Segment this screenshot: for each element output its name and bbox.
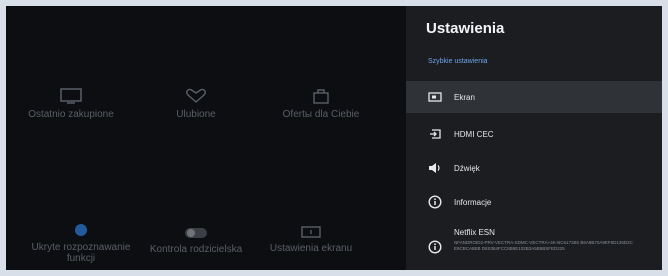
menu-item-dzwiek[interactable]: Dźwięk — [406, 152, 662, 184]
menu-item-netflix-esn[interactable]: Netflix ESN NFANDROID2-PRV-VECTRA-SDMC-V… — [406, 220, 662, 270]
tile-label: Ukryte rozpoznawanie funkcji — [31, 242, 131, 264]
input-icon — [430, 129, 441, 139]
tile-favorites[interactable]: Ulubione — [141, 88, 251, 120]
tile-label: Ulubione — [176, 109, 216, 120]
tile-recent-purchases[interactable]: Ostatnio zakupione — [16, 88, 126, 120]
tile-parental-control[interactable]: Kontrola rodzicielska — [141, 228, 251, 255]
screen-icon — [428, 92, 442, 102]
tile-screen-settings[interactable]: Ustawienia ekranu — [256, 226, 366, 254]
netflix-esn-text: Netflix ESN NFANDROID2-PRV-VECTRA-SDMC-V… — [454, 228, 634, 252]
monitor-icon — [301, 226, 321, 238]
tile-hidden-feature[interactable]: Ukryte rozpoznawanie funkcji — [26, 224, 136, 264]
info-icon — [428, 195, 442, 209]
tile-offers[interactable]: Ofertы dla Ciebie — [266, 88, 376, 120]
section-label: Szybkie ustawienia — [428, 58, 488, 65]
menu-item-label: HDMI CEC — [454, 129, 494, 139]
toggle-icon — [185, 228, 207, 238]
menu-item-label: Ekran — [454, 92, 475, 102]
menu-item-label: Informacje — [454, 197, 492, 207]
settings-panel: Ustawienia Szybkie ustawienia Ekran HDMI… — [406, 6, 662, 270]
bag-icon — [313, 89, 329, 104]
speaker-icon — [429, 163, 440, 173]
tile-label: Ustawienia ekranu — [269, 243, 353, 254]
menu-item-ekran[interactable]: Ekran — [406, 81, 662, 113]
menu-item-informacje[interactable]: Informacje — [406, 186, 662, 218]
panel-title: Ustawienia — [426, 20, 505, 37]
tv-icon — [60, 88, 82, 104]
menu-item-hdmi-cec[interactable]: HDMI CEC — [406, 118, 662, 150]
home-background: Ostatnio zakupione Ulubione Ofertы dla C… — [6, 6, 406, 270]
tile-label: Kontrola rodzicielska — [149, 244, 243, 255]
tile-label: Ostatnio zakupione — [28, 109, 114, 120]
info-icon — [428, 240, 442, 254]
status-dot-icon — [75, 224, 87, 236]
tv-screen: Ostatnio zakupione Ulubione Ofertы dla C… — [6, 6, 662, 270]
tile-label: Ofertы dla Ciebie — [282, 109, 360, 120]
heart-icon — [186, 88, 206, 103]
netflix-esn-value: NFANDROID2-PRV-VECTRA-SDMC-VECTRA+4K-BC6… — [454, 240, 633, 251]
netflix-esn-label: Netflix ESN — [454, 228, 495, 237]
menu-item-label: Dźwięk — [454, 163, 480, 173]
